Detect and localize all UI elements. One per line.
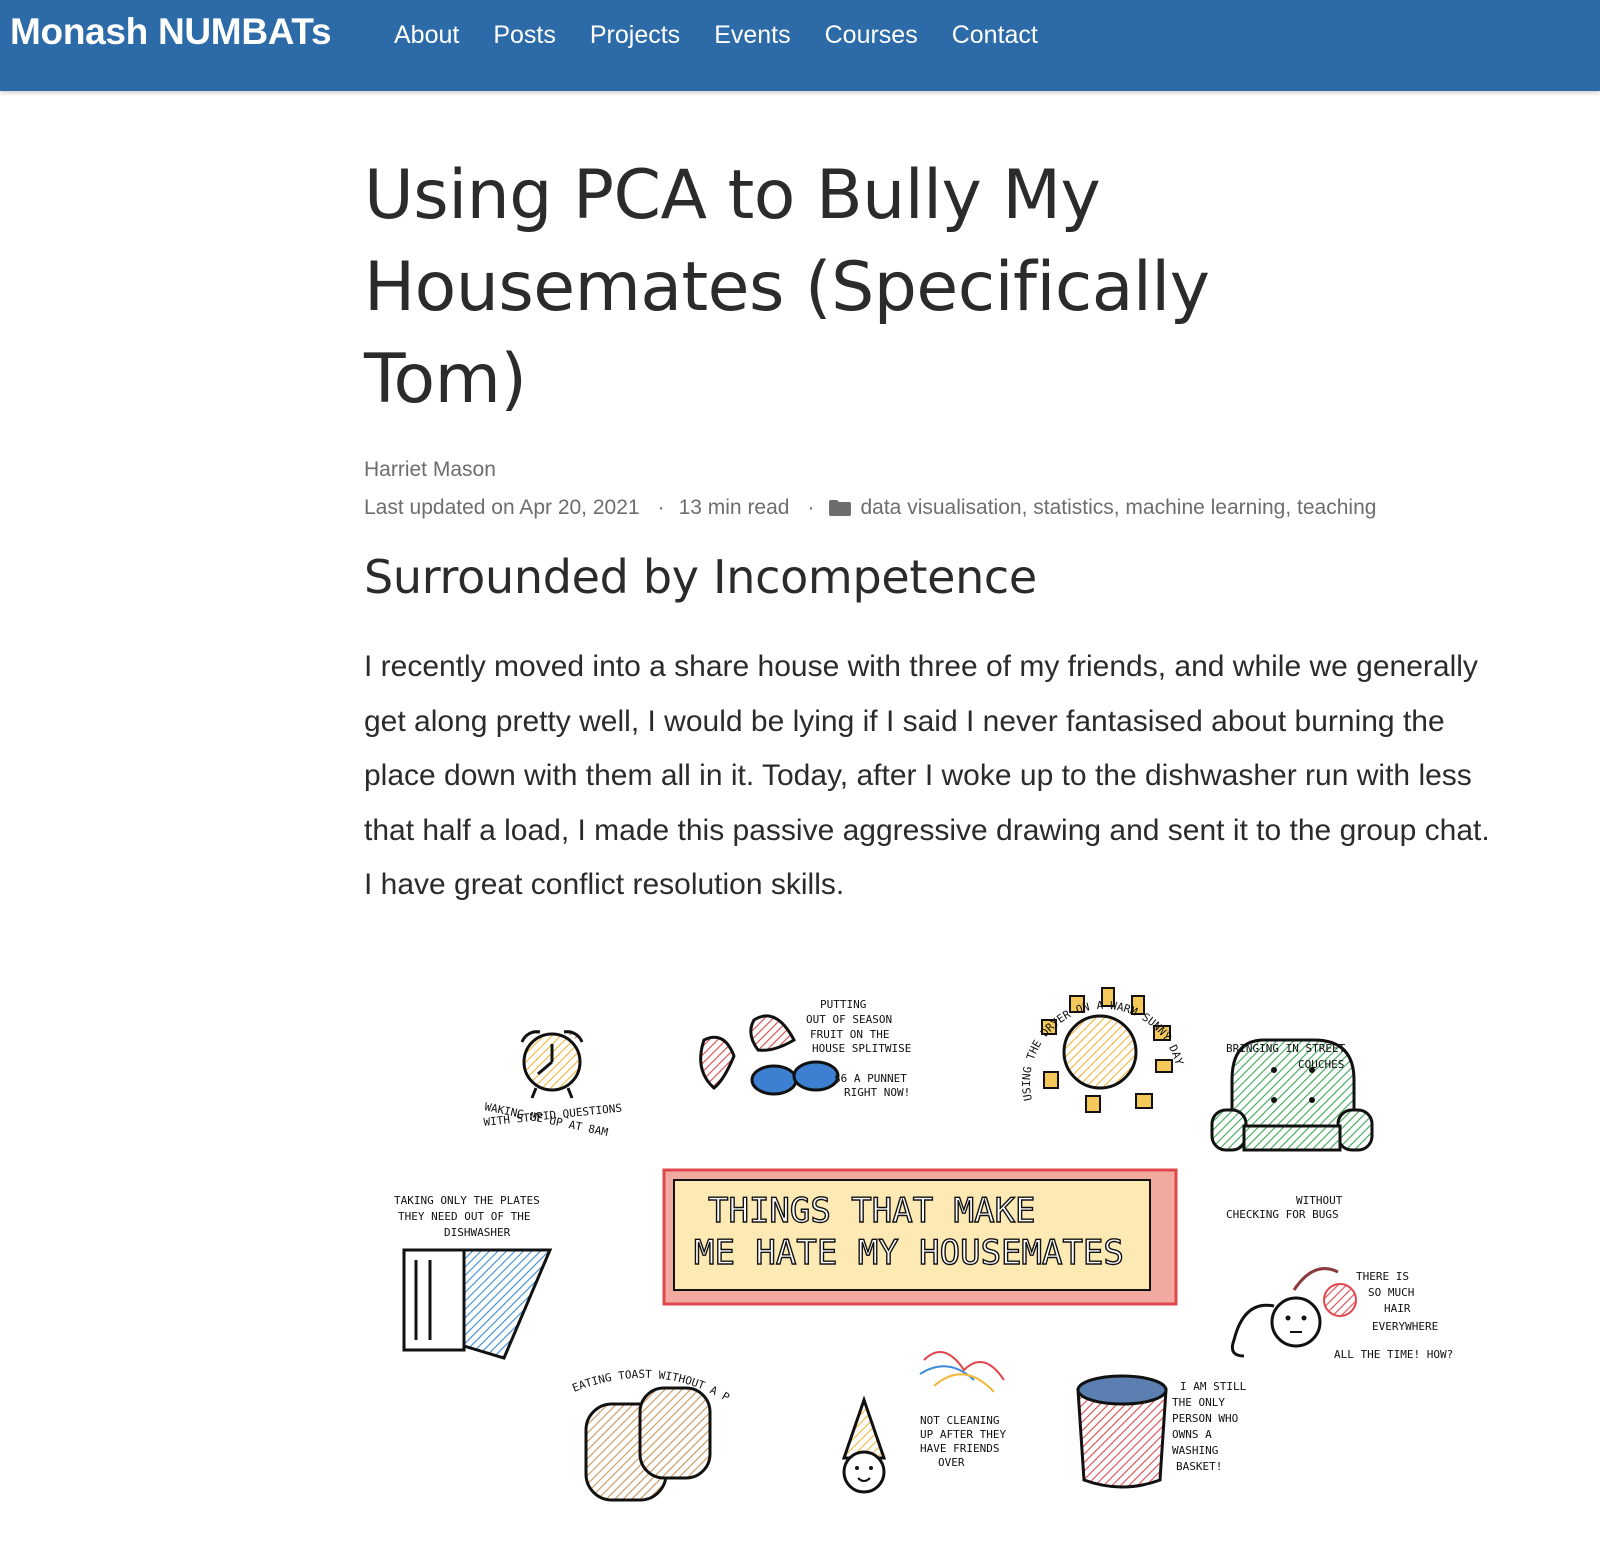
intro-paragraph: I recently moved into a share house with…	[364, 650, 1490, 901]
basket-caption-line1: I AM STILL	[1180, 1380, 1247, 1393]
basket-caption-line2: THE ONLY	[1172, 1396, 1225, 1409]
article-author: Harriet Mason	[364, 458, 496, 481]
article-categories[interactable]: data visualisation, statistics, machine …	[860, 496, 1376, 520]
article-title: Using PCA to Bully My Housemates (Specif…	[364, 156, 1210, 419]
fruit-price-line1: $6 A PUNNET	[834, 1072, 907, 1085]
site-brand-link[interactable]: Monash NUMBATs	[10, 11, 332, 53]
hair-doodle: THERE IS SO MUCH HAIR EVERYWHERE ALL THE…	[1230, 1267, 1453, 1361]
fruit-caption-line1: PUTTING	[820, 998, 866, 1011]
party-doodle: NOT CLEANING UP AFTER THEY HAVE FRIENDS …	[841, 1351, 1006, 1494]
article: Using PCA to Bully My Housemates (Specif…	[364, 150, 1514, 901]
party-caption-line3: HAVE FRIENDS	[920, 1442, 999, 1455]
couch-caption-line4: CHECKING FOR BUGS	[1226, 1208, 1339, 1221]
top-navbar: Monash NUMBATs About Posts Projects Even…	[0, 0, 1600, 91]
main-nav: About Posts Projects Events Courses Cont…	[394, 0, 1072, 70]
nav-events[interactable]: Events	[714, 21, 790, 50]
read-time: 13 min read	[678, 496, 790, 519]
nav-about[interactable]: About	[394, 21, 459, 50]
housemates-illustration: WAKING ME UP AT 8AM WITH STUPID QUESTION…	[361, 950, 1514, 1538]
fruit-caption-line4: HOUSE SPLITWISE	[812, 1042, 911, 1055]
nav-projects[interactable]: Projects	[590, 21, 680, 50]
meta-separator: ·	[807, 496, 815, 519]
meta-separator: ·	[657, 496, 665, 519]
couch-doodle: BRINGING IN STREET COUCHES WITHOUT CHECK…	[1210, 1038, 1374, 1221]
hair-caption-line5: ALL THE TIME! HOW?	[1334, 1348, 1453, 1361]
hair-caption-line3: HAIR	[1384, 1302, 1411, 1315]
hair-caption-line1: THERE IS	[1356, 1270, 1409, 1283]
banner-line1: THINGS THAT MAKE	[708, 1191, 1036, 1231]
basket-caption-line6: BASKET!	[1176, 1460, 1222, 1473]
section-heading: Surrounded by Incompetence	[364, 550, 1037, 604]
dishwasher-caption-line3: DISHWASHER	[444, 1226, 511, 1239]
nav-posts[interactable]: Posts	[493, 21, 556, 50]
article-meta: Last updated on Apr 20, 2021 · 13 min re…	[364, 496, 1376, 520]
fruit-doodle: PUTTING OUT OF SEASON FRUIT ON THE HOUSE…	[699, 998, 911, 1099]
party-caption-line1: NOT CLEANING	[920, 1414, 999, 1427]
party-caption-line4: OVER	[938, 1456, 965, 1469]
nav-courses[interactable]: Courses	[825, 21, 918, 50]
dishwasher-caption-line1: TAKING ONLY THE PLATES	[394, 1194, 540, 1207]
hair-caption-line2: SO MUCH	[1368, 1286, 1414, 1299]
basket-caption-line3: PERSON WHO	[1172, 1412, 1238, 1425]
fruit-caption-line2: OUT OF SEASON	[806, 1013, 892, 1026]
banner-line2: ME HATE MY HOUSEMATES	[694, 1233, 1124, 1273]
folder-icon	[829, 500, 852, 516]
basket-caption-line4: OWNS A	[1172, 1428, 1212, 1441]
hair-caption-line4: EVERYWHERE	[1372, 1320, 1438, 1333]
couch-caption-line2: COUCHES	[1298, 1058, 1344, 1071]
banner: THINGS THAT MAKE ME HATE MY HOUSEMATES	[662, 1168, 1178, 1306]
basket-caption-line5: WASHING	[1172, 1444, 1218, 1457]
couch-caption-line3: WITHOUT	[1296, 1194, 1343, 1207]
illustration-svg: WAKING ME UP AT 8AM WITH STUPID QUESTION…	[361, 950, 1453, 1502]
fruit-caption-line3: FRUIT ON THE	[810, 1028, 889, 1041]
party-caption-line2: UP AFTER THEY	[920, 1428, 1006, 1441]
sun-doodle: USING THE DRYER ON A WARM SUNNY DAY	[1020, 987, 1186, 1113]
dishwasher-caption-line2: THEY NEED OUT OF THE	[398, 1210, 530, 1223]
nav-contact[interactable]: Contact	[952, 21, 1038, 50]
couch-caption-line1: BRINGING IN STREET	[1226, 1042, 1346, 1055]
last-updated: Last updated on Apr 20, 2021	[364, 496, 640, 519]
fruit-price-line2: RIGHT NOW!	[844, 1086, 910, 1099]
basket-doodle: I AM STILL THE ONLY PERSON WHO OWNS A WA…	[1076, 1374, 1247, 1489]
dishwasher-doodle: TAKING ONLY THE PLATES THEY NEED OUT OF …	[394, 1194, 553, 1360]
alarm-clock-doodle: WAKING ME UP AT 8AM WITH STUPID QUESTION…	[483, 1030, 623, 1139]
